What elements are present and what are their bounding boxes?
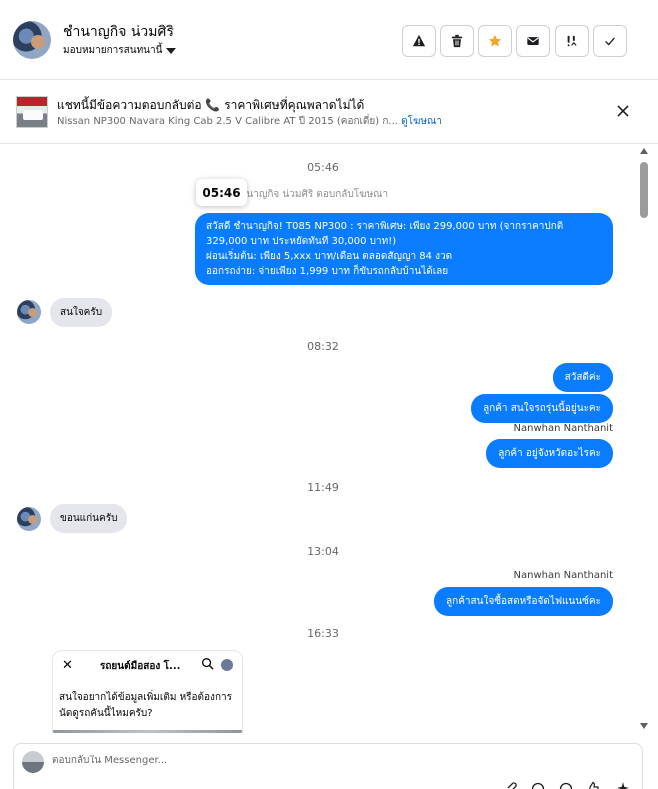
card-avatar [221, 659, 233, 671]
view-ad-link[interactable]: ดูโฆษณา [401, 116, 442, 127]
timestamp: 16:33 [307, 627, 339, 640]
outgoing-message[interactable]: ลูกค้า สนใจรถรุ่นนี้อยู่นะคะ [471, 394, 613, 423]
attachment-icon[interactable] [504, 781, 518, 789]
assign-label: มอบหมายการสนทนานี้ [63, 45, 163, 56]
conversation-header: ชำนาญกิจ น่วมศิริ มอบหมายการสนทนานี้ [0, 0, 658, 80]
follow-up-button[interactable] [555, 25, 589, 57]
checkmark-icon [605, 37, 615, 46]
timestamp: 08:32 [307, 340, 339, 353]
sender-name: Nanwhan Nanthanit [513, 423, 613, 434]
star-icon [488, 34, 502, 47]
follow-up-icon [567, 35, 577, 47]
contact-name[interactable]: ชำนาญกิจ น่วมศิริ [63, 21, 174, 43]
phone-icon: 📞 [205, 98, 221, 112]
page-avatar [22, 751, 44, 773]
reply-input[interactable] [52, 755, 612, 766]
emoji-icon[interactable] [559, 781, 573, 789]
mark-done-button[interactable] [593, 25, 627, 57]
message-line: ออกรถง่าย: จ่ายเพียง 1,999 บาท ก็ขับรถกล… [206, 266, 449, 277]
timestamp: 11:49 [307, 481, 339, 494]
close-icon[interactable] [614, 102, 632, 120]
incoming-message[interactable]: สนใจครับ [50, 298, 113, 327]
sender-name: Nanwhan Nanthanit [513, 570, 613, 581]
message-line: ผ่อนเริ่มต้น: เพียง 5,xxx บาท/เดือน ตลอด… [206, 251, 453, 262]
saved-reply-icon[interactable] [531, 781, 545, 789]
shared-message-card[interactable]: ✕ รถยนต์มือสอง โ... สนใจอยากได้ข้อมูลเพิ… [52, 650, 243, 733]
outgoing-message[interactable]: ลูกค้าสนใจซื้อสดหรือจัดไฟแนนซ์คะ [434, 587, 613, 616]
card-title: รถยนต์มือสอง โ... [100, 661, 181, 672]
envelope-icon [527, 37, 539, 45]
ad-banner-subtitle: Nissan NP300 Navara King Cab 2.5 V Calib… [57, 114, 442, 129]
caret-down-icon [166, 47, 177, 54]
scroll-up-arrow[interactable] [640, 148, 648, 154]
contact-avatar-small[interactable] [17, 300, 41, 324]
contact-avatar[interactable] [13, 21, 51, 59]
scrollbar-thumb[interactable] [640, 162, 648, 218]
magic-icon[interactable] [616, 781, 630, 789]
ad-title-suffix: ราคาพิเศษที่คุณพลาดไม่ได้ [224, 98, 365, 112]
card-text: สนใจอยากได้ข้อมูลเพิ่มเติม หรือต้องการนั… [59, 692, 232, 719]
outgoing-message[interactable]: ลูกค้า อยู่จังหวัดอะไรคะ [486, 439, 613, 468]
ad-subtitle-text: Nissan NP300 Navara King Cab 2.5 V Calib… [57, 116, 398, 127]
message-line: 329,000 บาท ประหยัดทันที 30,000 บาท!) [206, 236, 397, 247]
contact-avatar-small[interactable] [17, 507, 41, 531]
incoming-message[interactable]: ขอนแก่นครับ [50, 504, 128, 533]
star-button[interactable] [478, 25, 512, 57]
mark-unread-button[interactable] [516, 25, 550, 57]
assign-conversation-dropdown[interactable]: มอบหมายการสนทนานี้ [63, 43, 177, 58]
search-icon [202, 658, 214, 670]
message-line: สวัสดี ชำนาญกิจ! T085 NP300 : ราคาพิเศษ:… [206, 221, 564, 232]
outgoing-message-ad-reply[interactable]: สวัสดี ชำนาญกิจ! T085 NP300 : ราคาพิเศษ:… [195, 213, 613, 285]
delete-button[interactable] [440, 25, 474, 57]
scroll-down-arrow[interactable] [640, 723, 648, 729]
ad-reply-banner: แชทนี้มีข้อความตอบกลับต่อ 📞 ราคาพิเศษที่… [0, 80, 658, 144]
trash-icon [451, 34, 463, 48]
reply-composer [13, 743, 643, 789]
spam-icon [412, 34, 426, 47]
ad-title-text: แชทนี้มีข้อความตอบกลับต่อ [57, 98, 202, 112]
ad-banner-title: แชทนี้มีข้อความตอบกลับต่อ 📞 ราคาพิเศษที่… [57, 96, 364, 115]
message-thread[interactable]: 05:46 ชำนาญกิจ น่วมศิริ ตอบกลับโฆษณา 05:… [0, 145, 658, 733]
timestamp: 05:46 [307, 161, 339, 174]
mark-spam-button[interactable] [402, 25, 436, 57]
outgoing-message[interactable]: สวัสดีค่ะ [552, 363, 613, 392]
card-image [53, 730, 242, 733]
like-icon[interactable] [587, 781, 601, 789]
timestamp-tooltip: 05:46 [196, 179, 247, 206]
ad-reply-note: ชำนาญกิจ น่วมศิริ ตอบกลับโฆษณา [234, 189, 389, 200]
ad-thumbnail[interactable] [16, 96, 48, 128]
timestamp: 13:04 [307, 545, 339, 558]
card-close-icon: ✕ [62, 658, 73, 673]
